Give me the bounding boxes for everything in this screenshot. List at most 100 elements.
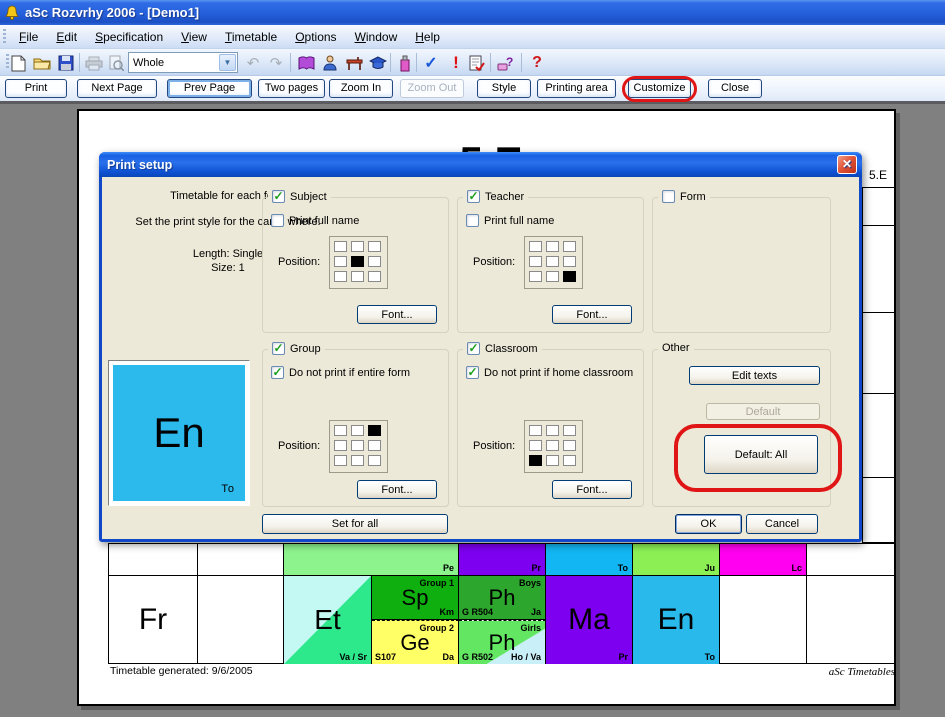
action-button-bar: Print Next Page Prev Page Two pages Zoom… — [0, 76, 945, 101]
default-button[interactable]: Default — [706, 403, 820, 420]
classroom-font-button[interactable]: Font... — [552, 480, 632, 499]
card-preview: En To — [113, 365, 245, 501]
classroom-no-print-home-checkbox[interactable] — [466, 366, 479, 379]
teachers-person-icon[interactable] — [320, 53, 340, 73]
classroom-position-grid[interactable] — [524, 420, 583, 473]
menu-specification[interactable]: Specification — [86, 27, 172, 47]
card-en: En To — [633, 576, 720, 664]
menu-bar: File Edit Specification View Timetable O… — [0, 25, 945, 49]
save-icon[interactable] — [56, 53, 76, 73]
dialog-close-icon[interactable]: ✕ — [837, 155, 857, 174]
two-pages-button[interactable]: Two pages — [258, 79, 325, 98]
card-ge-group2: Group 2 Ge S107 Da — [372, 620, 459, 664]
print-icon[interactable] — [84, 53, 104, 73]
tool-bar: Whole ▼ ↶ ↷ ✓ ! ? ? — [0, 49, 945, 76]
form-checkbox[interactable] — [662, 190, 675, 203]
card-preview-frame: En To — [108, 360, 250, 506]
card-ph-boys: Boys Ph G R504 Ja — [459, 576, 546, 620]
subject-checkbox[interactable] — [272, 190, 285, 203]
header-cell-lc: Lc — [720, 544, 807, 576]
group-no-print-entire-form-checkbox[interactable] — [271, 366, 284, 379]
dialog-titlebar[interactable]: Print setup ✕ — [99, 152, 862, 177]
card-sp-group1: Group 1 Sp Km — [372, 576, 459, 620]
card-preview-teacher: To — [221, 483, 235, 495]
teacher-checkbox[interactable] — [467, 190, 480, 203]
card-ph-girls: Girls Ph G R502 Ho / Va — [459, 620, 546, 664]
group-checkbox[interactable] — [272, 342, 285, 355]
print-setup-dialog: Print setup ✕ Timetable for each form Se… — [99, 152, 862, 542]
menu-edit[interactable]: Edit — [47, 27, 86, 47]
subject-position-grid[interactable] — [329, 236, 388, 289]
menu-view[interactable]: View — [172, 27, 216, 47]
undo-icon[interactable]: ↶ — [243, 53, 263, 73]
timetable-grid: Pe Pr To Ju Lc Fr Et Va / Sr Group 1 Sp … — [108, 543, 895, 664]
header-cell-pr: Pr — [459, 544, 546, 576]
style-button[interactable]: Style — [477, 79, 531, 98]
close-button[interactable]: Close — [708, 79, 762, 98]
window-title: aSc Rozvrhy 2006 - [Demo1] — [25, 5, 199, 20]
combobox-dropdown-arrow-icon[interactable]: ▼ — [219, 54, 236, 71]
menu-grip — [3, 29, 6, 45]
teacher-print-full-name-checkbox[interactable] — [466, 214, 479, 227]
ok-button[interactable]: OK — [675, 514, 742, 534]
menu-options[interactable]: Options — [286, 27, 345, 47]
header-cell-pe: Pe — [284, 544, 459, 576]
card-et: Et Va / Sr — [284, 576, 372, 664]
dialog-title: Print setup — [107, 158, 172, 172]
new-document-icon[interactable] — [8, 53, 28, 73]
group-position-grid[interactable] — [329, 420, 388, 473]
header-cell-empty — [109, 544, 198, 576]
subject-font-button[interactable]: Font... — [357, 305, 437, 324]
zoom-mode-combobox[interactable]: Whole ▼ — [128, 52, 238, 73]
group-font-button[interactable]: Font... — [357, 480, 437, 499]
check-generate-icon[interactable]: ✓ — [421, 53, 441, 73]
timetable-generated-text: Timetable generated: 9/6/2005 — [110, 665, 253, 677]
card-empty — [198, 576, 284, 664]
conflicts-exclamation-icon[interactable]: ! — [446, 53, 466, 73]
menu-timetable[interactable]: Timetable — [216, 27, 286, 47]
classroom-position-label: Position: — [473, 440, 515, 452]
print-button[interactable]: Print — [5, 79, 67, 98]
group-no-print-entire-form-label: Do not print if entire form — [289, 367, 410, 379]
form-label: Form — [680, 191, 706, 203]
teacher-position-grid[interactable] — [524, 236, 583, 289]
cancel-button[interactable]: Cancel — [746, 514, 818, 534]
classes-cap-icon[interactable] — [368, 53, 388, 73]
colors-spray-icon[interactable] — [395, 53, 415, 73]
subjects-book-icon[interactable] — [296, 53, 316, 73]
teacher-font-button[interactable]: Font... — [552, 305, 632, 324]
subject-group: Subject Print full name Position: Font..… — [262, 197, 449, 333]
redo-icon[interactable]: ↷ — [266, 53, 286, 73]
menu-window[interactable]: Window — [346, 27, 407, 47]
menu-help[interactable]: Help — [406, 27, 449, 47]
next-page-button[interactable]: Next Page — [77, 79, 157, 98]
separator-band — [0, 101, 945, 104]
printing-area-button[interactable]: Printing area — [537, 79, 616, 98]
classroom-checkbox[interactable] — [467, 342, 480, 355]
card-empty — [807, 576, 895, 664]
wizard-question-icon[interactable]: ? — [496, 53, 516, 73]
card-ma: Ma Pr — [546, 576, 633, 664]
teacher-position-label: Position: — [473, 256, 515, 268]
help-question-icon[interactable]: ? — [527, 53, 547, 73]
verify-document-icon[interactable] — [467, 53, 487, 73]
classrooms-desk-icon[interactable] — [344, 53, 364, 73]
app-bell-icon — [4, 5, 20, 21]
print-preview-icon[interactable] — [106, 53, 126, 73]
subject-print-full-name-checkbox[interactable] — [271, 214, 284, 227]
zoom-out-button[interactable]: Zoom Out — [400, 79, 464, 98]
annotation-oval-customize — [622, 76, 697, 102]
classroom-label: Classroom — [485, 343, 538, 355]
set-for-all-button[interactable]: Set for all — [262, 514, 448, 534]
edit-texts-button[interactable]: Edit texts — [689, 366, 820, 385]
svg-text:?: ? — [506, 55, 513, 69]
zoom-in-button[interactable]: Zoom In — [329, 79, 393, 98]
dialog-body: Timetable for each form Set the print st… — [102, 177, 859, 539]
menu-file[interactable]: File — [10, 27, 47, 47]
classroom-group: Classroom Do not print if home classroom… — [457, 349, 644, 507]
card-preview-subject: En — [113, 365, 245, 501]
open-folder-icon[interactable] — [32, 53, 52, 73]
window-titlebar: aSc Rozvrhy 2006 - [Demo1] — [0, 0, 945, 25]
prev-page-button[interactable]: Prev Page — [167, 79, 252, 98]
header-cell-empty — [198, 544, 284, 576]
